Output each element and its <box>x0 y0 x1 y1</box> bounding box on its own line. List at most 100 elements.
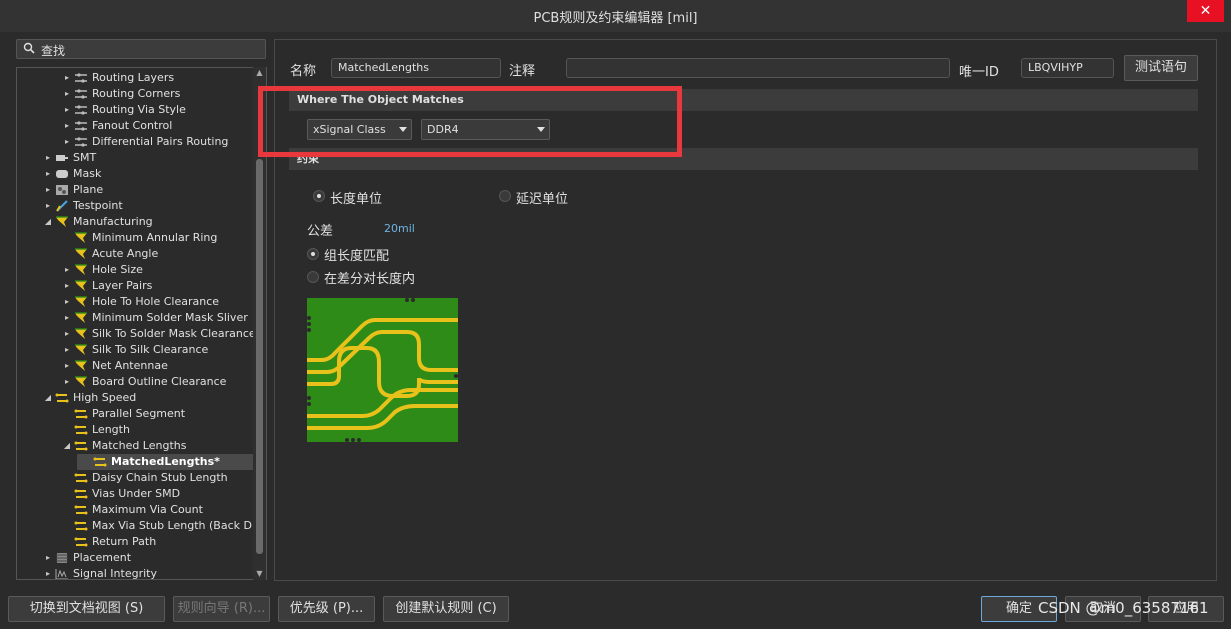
tree-item[interactable]: ▸ Differential Pairs Routing <box>17 134 253 150</box>
tree-item-label: Acute Angle <box>92 247 159 260</box>
unit-delay-radio[interactable] <box>499 190 511 202</box>
routing-rule-icon <box>74 72 88 84</box>
tree-item-label: MatchedLengths* <box>111 455 220 468</box>
tree-item-label: Testpoint <box>73 199 123 212</box>
chevron-right-icon[interactable]: ▸ <box>43 198 53 214</box>
tree-item[interactable]: ▸ Routing Corners <box>17 86 253 102</box>
switch-doc-view-button[interactable]: 切换到文档视图 (S) <box>8 596 165 622</box>
manufacturing-icon <box>74 312 88 324</box>
smt-icon <box>55 152 69 164</box>
chevron-right-icon[interactable]: ▸ <box>62 342 72 358</box>
tree-item[interactable]: ▸ Hole Size <box>17 262 253 278</box>
tree-item[interactable]: Daisy Chain Stub Length <box>17 470 253 486</box>
tree-item[interactable]: ▸ Routing Via Style <box>17 102 253 118</box>
tree-item-label: Silk To Silk Clearance <box>92 343 209 356</box>
tree-item-label: Placement <box>73 551 132 564</box>
tree-item[interactable]: ▸ Mask <box>17 166 253 182</box>
chevron-right-icon[interactable]: ▸ <box>62 374 72 390</box>
tree-item[interactable]: ◢ Matched Lengths <box>17 438 253 454</box>
manufacturing-icon <box>74 264 88 276</box>
scroll-down-icon[interactable]: ▼ <box>253 568 266 580</box>
test-query-button[interactable]: 测试语句 <box>1124 55 1198 81</box>
chevron-right-icon[interactable]: ▸ <box>43 166 53 182</box>
scroll-thumb[interactable] <box>256 159 263 554</box>
chevron-right-icon[interactable]: ▸ <box>62 326 72 342</box>
chevron-expanded-icon[interactable]: ◢ <box>43 214 53 230</box>
chevron-expanded-icon[interactable]: ◢ <box>43 390 53 406</box>
tree-item[interactable]: ▸ Minimum Solder Mask Sliver <box>17 310 253 326</box>
tree-item[interactable]: Parallel Segment <box>17 406 253 422</box>
unit-length-label: 长度单位 <box>330 192 383 207</box>
within-pair-radio[interactable] <box>307 271 319 283</box>
tree-item[interactable]: ▸ Fanout Control <box>17 118 253 134</box>
comment-field[interactable] <box>566 58 950 78</box>
chevron-right-icon[interactable]: ▸ <box>43 182 53 198</box>
tree-item[interactable]: ▸ Silk To Silk Clearance <box>17 342 253 358</box>
tree-item[interactable]: ▸ Board Outline Clearance <box>17 374 253 390</box>
tree-item[interactable]: ▸ Routing Layers <box>17 70 253 86</box>
tree-item-label: Minimum Annular Ring <box>92 231 218 244</box>
chevron-right-icon[interactable]: ▸ <box>62 294 72 310</box>
rule-wizard-button[interactable]: 规则向导 (R)... <box>173 596 270 622</box>
tree-item[interactable]: Acute Angle <box>17 246 253 262</box>
create-default-rules-button[interactable]: 创建默认规则 (C) <box>383 596 509 622</box>
tree-item[interactable]: ▸ Plane <box>17 182 253 198</box>
tree-item[interactable]: MatchedLengths* <box>77 454 253 470</box>
chevron-right-icon[interactable]: ▸ <box>62 278 72 294</box>
chevron-right-icon[interactable]: ▸ <box>43 566 53 579</box>
priorities-button[interactable]: 优先级 (P)... <box>278 596 375 622</box>
matched-length-illustration <box>307 298 458 442</box>
tree-item-label: Routing Corners <box>92 87 181 100</box>
unit-delay-label: 延迟单位 <box>516 192 569 207</box>
chevron-right-icon[interactable]: ▸ <box>62 310 72 326</box>
routing-rule-icon <box>74 136 88 148</box>
chevron-expanded-icon[interactable]: ◢ <box>62 438 72 454</box>
tree-item-label: Length <box>92 423 130 436</box>
tree-item[interactable]: Vias Under SMD <box>17 486 253 502</box>
tree-item[interactable]: ▸ Net Antennae <box>17 358 253 374</box>
tree-item-label: Max Via Stub Length (Back Drill <box>92 519 266 532</box>
title-bar: PCB规则及约束编辑器 [mil] ✕ <box>0 0 1231 32</box>
search-icon <box>23 42 35 54</box>
tree-item[interactable]: Return Path <box>17 534 253 550</box>
tree-item[interactable]: Minimum Annular Ring <box>17 230 253 246</box>
mask-icon <box>55 168 69 180</box>
tree-item[interactable]: ◢ Manufacturing <box>17 214 253 230</box>
tree-item[interactable]: Maximum Via Count <box>17 502 253 518</box>
tree-item[interactable]: ▸ Silk To Solder Mask Clearance <box>17 326 256 342</box>
search-input[interactable]: 查找 <box>16 39 266 59</box>
chevron-right-icon[interactable]: ▸ <box>62 134 72 150</box>
close-button[interactable]: ✕ <box>1187 0 1224 22</box>
chevron-right-icon[interactable]: ▸ <box>62 70 72 86</box>
tree-item[interactable]: Length <box>17 422 253 438</box>
tree-item-label: Vias Under SMD <box>92 487 181 500</box>
tree-item[interactable]: Max Via Stub Length (Back Drill <box>17 518 266 534</box>
tree-item[interactable]: ▸ SMT <box>17 150 253 166</box>
chevron-right-icon[interactable]: ▸ <box>62 262 72 278</box>
tree-item[interactable]: ▸ Signal Integrity <box>17 566 253 580</box>
chevron-right-icon[interactable]: ▸ <box>43 550 53 566</box>
tree-item-label: Hole To Hole Clearance <box>92 295 220 308</box>
manufacturing-icon <box>55 216 69 228</box>
tree-item-label: Fanout Control <box>92 119 173 132</box>
manufacturing-icon <box>74 376 88 388</box>
chevron-right-icon[interactable]: ▸ <box>43 150 53 166</box>
chevron-right-icon[interactable]: ▸ <box>62 118 72 134</box>
chevron-right-icon[interactable]: ▸ <box>62 102 72 118</box>
tree-item[interactable]: ▸ Layer Pairs <box>17 278 253 294</box>
tree-item[interactable]: ◢ High Speed <box>17 390 253 406</box>
tolerance-value[interactable]: 20mil <box>384 222 415 235</box>
group-match-radio[interactable] <box>307 248 319 260</box>
tree-item[interactable]: ▸ Testpoint <box>17 198 253 214</box>
uid-field[interactable]: LBQVIHYP <box>1021 58 1114 78</box>
name-field[interactable]: MatchedLengths <box>331 58 501 78</box>
tree-item[interactable]: ▸ Hole To Hole Clearance <box>17 294 253 310</box>
tree-item[interactable]: ▸ Placement <box>17 550 253 566</box>
chevron-right-icon[interactable]: ▸ <box>62 86 72 102</box>
tree-item-label: Hole Size <box>92 263 143 276</box>
high-speed-icon <box>74 520 88 532</box>
chevron-right-icon[interactable]: ▸ <box>62 358 72 374</box>
tree-item-label: Signal Integrity <box>73 567 157 580</box>
unit-length-radio[interactable] <box>313 190 325 202</box>
scroll-up-icon[interactable]: ▲ <box>253 67 266 79</box>
